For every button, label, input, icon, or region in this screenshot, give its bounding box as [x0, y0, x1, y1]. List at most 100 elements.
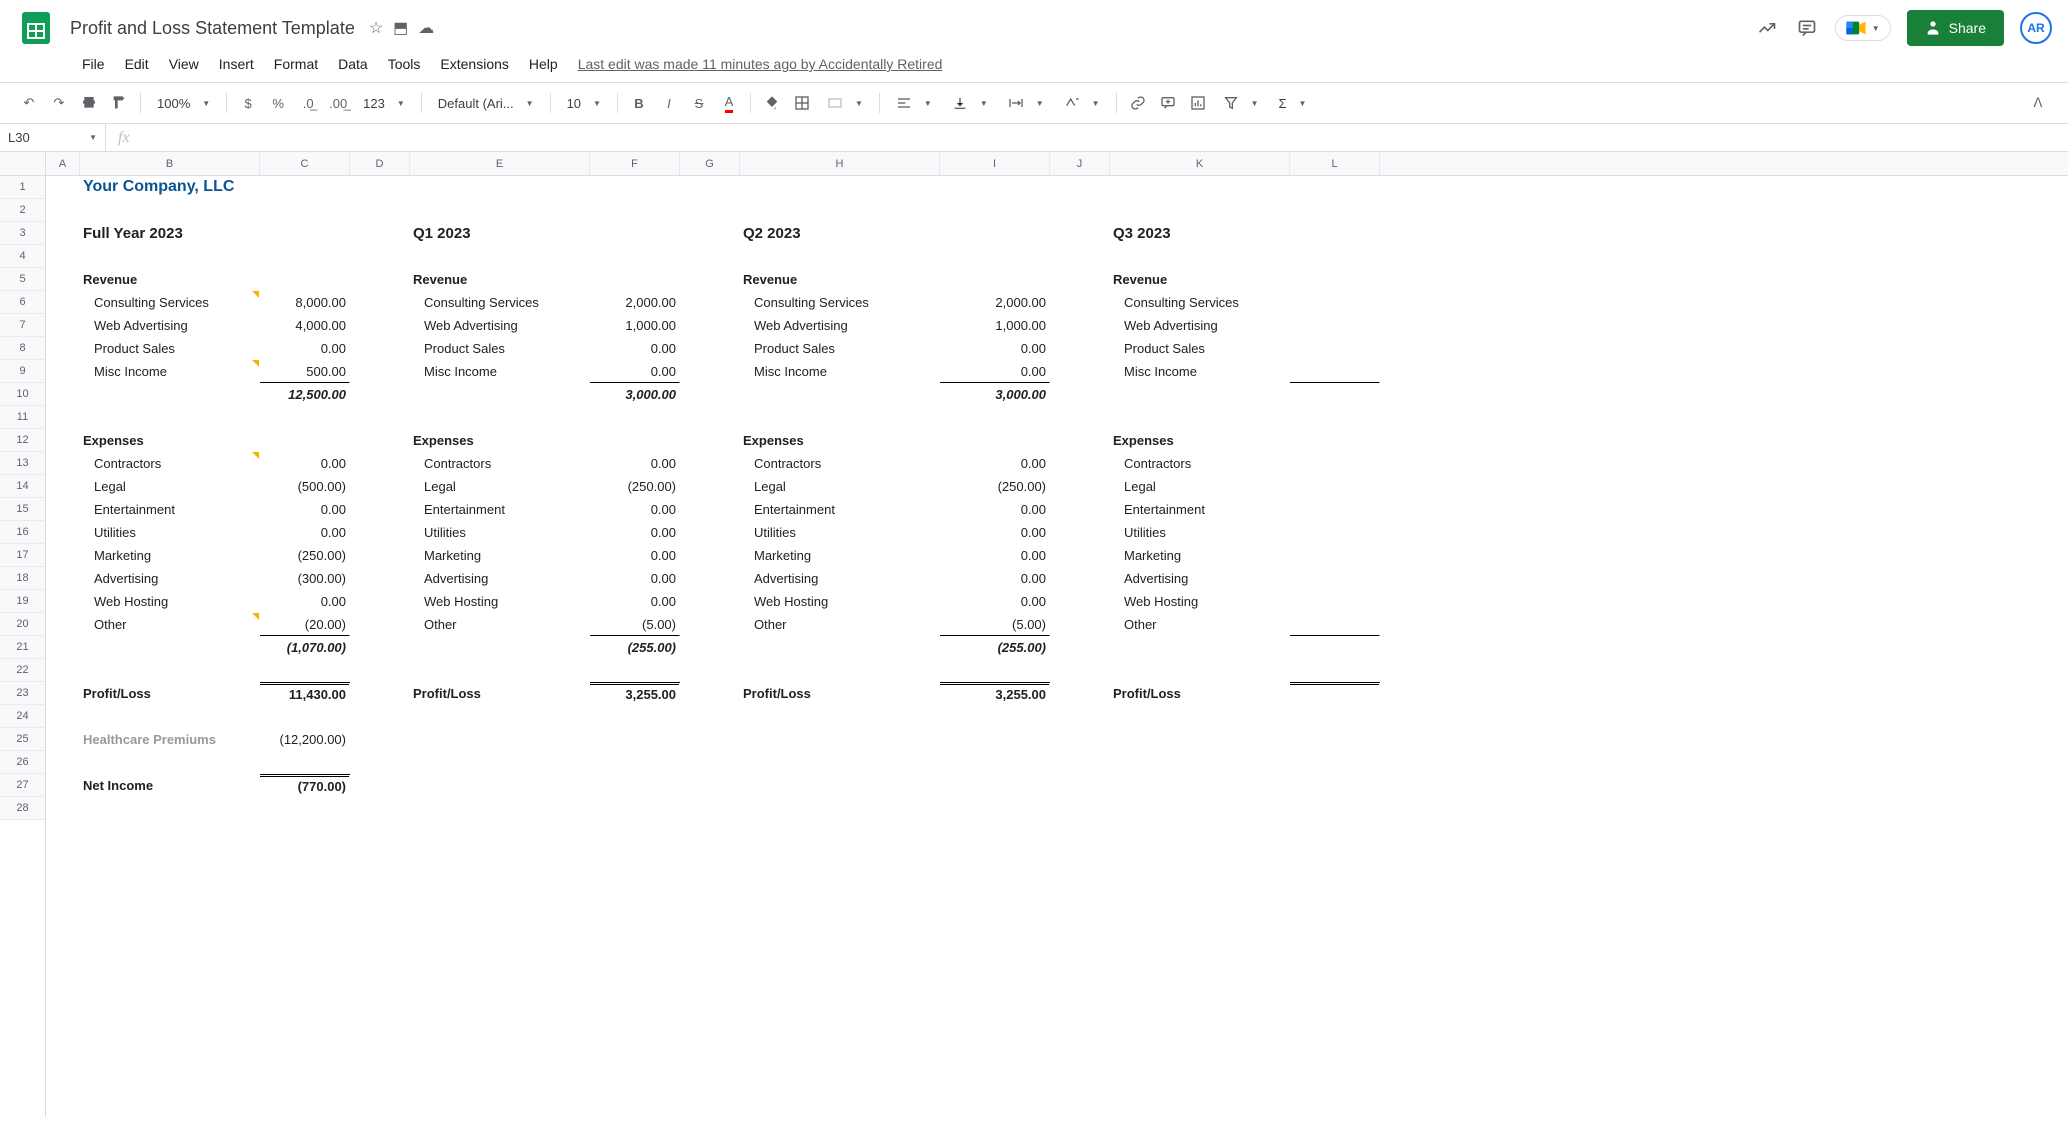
menu-data[interactable]: Data: [330, 52, 376, 76]
row-header[interactable]: 23: [0, 682, 45, 705]
menu-insert[interactable]: Insert: [211, 52, 262, 76]
cell[interactable]: (255.00): [940, 636, 1050, 659]
cell[interactable]: [680, 728, 740, 751]
cell[interactable]: 1,000.00: [940, 314, 1050, 337]
cell[interactable]: Full Year 2023: [80, 222, 260, 245]
cell[interactable]: [1110, 797, 1290, 820]
cell[interactable]: 0.00: [940, 521, 1050, 544]
cell[interactable]: [1110, 176, 1290, 199]
cell[interactable]: [260, 268, 350, 291]
cell[interactable]: [80, 383, 260, 406]
cell[interactable]: 0.00: [940, 590, 1050, 613]
cell[interactable]: [80, 406, 260, 429]
cell[interactable]: [46, 774, 80, 797]
cell[interactable]: Web Hosting: [1110, 590, 1290, 613]
merge-select[interactable]: ▼: [819, 91, 871, 115]
cell[interactable]: [1290, 429, 1380, 452]
cell[interactable]: [1110, 406, 1290, 429]
cell[interactable]: [260, 751, 350, 774]
cell[interactable]: [260, 176, 350, 199]
cell[interactable]: [680, 222, 740, 245]
menu-format[interactable]: Format: [266, 52, 326, 76]
cell[interactable]: 0.00: [590, 590, 680, 613]
cell[interactable]: [1290, 475, 1380, 498]
cell[interactable]: Product Sales: [1110, 337, 1290, 360]
cell[interactable]: [1110, 245, 1290, 268]
cell[interactable]: [1050, 751, 1110, 774]
row-header[interactable]: 21: [0, 636, 45, 659]
cell[interactable]: [680, 498, 740, 521]
cell[interactable]: Contractors: [410, 452, 590, 475]
cell[interactable]: Utilities: [740, 521, 940, 544]
cell[interactable]: [680, 521, 740, 544]
row-header[interactable]: 8: [0, 337, 45, 360]
cell[interactable]: [940, 406, 1050, 429]
cell[interactable]: 2,000.00: [940, 291, 1050, 314]
row-header[interactable]: 11: [0, 406, 45, 429]
name-box[interactable]: L30▼: [0, 124, 106, 151]
cell[interactable]: [260, 406, 350, 429]
cell[interactable]: 12,500.00: [260, 383, 350, 406]
cell[interactable]: [940, 176, 1050, 199]
row-header[interactable]: 7: [0, 314, 45, 337]
col-header[interactable]: D: [350, 152, 410, 175]
cell[interactable]: [940, 659, 1050, 682]
cell[interactable]: [1050, 176, 1110, 199]
cell[interactable]: [350, 705, 410, 728]
cell[interactable]: Q3 2023: [1110, 222, 1290, 245]
col-header[interactable]: B: [80, 152, 260, 175]
cell[interactable]: [46, 452, 80, 475]
cell[interactable]: [410, 199, 590, 222]
cell[interactable]: Expenses: [80, 429, 260, 452]
cell[interactable]: [350, 774, 410, 797]
cell[interactable]: Consulting Services: [410, 291, 590, 314]
cell[interactable]: [350, 360, 410, 383]
cell[interactable]: [80, 659, 260, 682]
cell[interactable]: 11,430.00: [260, 682, 350, 705]
col-header[interactable]: E: [410, 152, 590, 175]
cell[interactable]: [940, 705, 1050, 728]
cell[interactable]: Misc Income: [740, 360, 940, 383]
cell[interactable]: [1050, 429, 1110, 452]
cell[interactable]: Healthcare Premiums: [80, 728, 260, 751]
share-button[interactable]: Share: [1907, 10, 2004, 46]
row-header[interactable]: 28: [0, 797, 45, 820]
col-header[interactable]: I: [940, 152, 1050, 175]
row-header[interactable]: 26: [0, 751, 45, 774]
cell[interactable]: 0.00: [940, 452, 1050, 475]
cell[interactable]: [1290, 751, 1380, 774]
row-header[interactable]: 10: [0, 383, 45, 406]
cell[interactable]: Profit/Loss: [1110, 682, 1290, 705]
cell[interactable]: Legal: [410, 475, 590, 498]
cell[interactable]: [1050, 659, 1110, 682]
cell[interactable]: Marketing: [80, 544, 260, 567]
cell[interactable]: [46, 429, 80, 452]
cell[interactable]: [46, 245, 80, 268]
cell[interactable]: [1290, 774, 1380, 797]
cell[interactable]: Legal: [80, 475, 260, 498]
cell[interactable]: [410, 383, 590, 406]
cell[interactable]: [260, 705, 350, 728]
cell[interactable]: 3,255.00: [940, 682, 1050, 705]
menu-extensions[interactable]: Extensions: [432, 52, 516, 76]
chart-icon[interactable]: [1185, 90, 1211, 116]
font-size-select[interactable]: 10▼: [559, 92, 609, 115]
cell[interactable]: [1290, 544, 1380, 567]
cell[interactable]: [740, 659, 940, 682]
cell[interactable]: Consulting Services: [740, 291, 940, 314]
cell[interactable]: Entertainment: [1110, 498, 1290, 521]
cell[interactable]: [350, 590, 410, 613]
cell[interactable]: [680, 429, 740, 452]
cell[interactable]: [740, 199, 940, 222]
cell[interactable]: [680, 360, 740, 383]
cell[interactable]: Advertising: [740, 567, 940, 590]
cell[interactable]: [410, 797, 590, 820]
cell[interactable]: 0.00: [590, 567, 680, 590]
cell[interactable]: [680, 544, 740, 567]
cell[interactable]: Web Advertising: [740, 314, 940, 337]
row-header[interactable]: 27: [0, 774, 45, 797]
cell[interactable]: [46, 659, 80, 682]
cell[interactable]: Web Advertising: [80, 314, 260, 337]
cell[interactable]: [680, 659, 740, 682]
menu-tools[interactable]: Tools: [380, 52, 429, 76]
